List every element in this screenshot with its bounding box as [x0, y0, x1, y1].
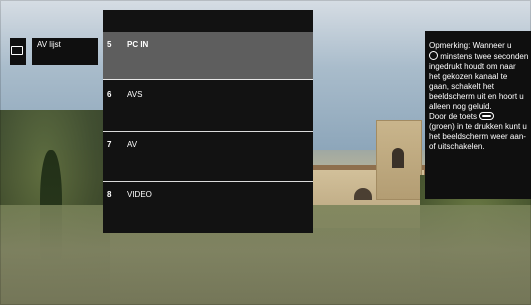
menu-item-pc-in[interactable]: 5 PC IN	[103, 32, 313, 80]
church-window	[392, 148, 404, 168]
church-door	[354, 188, 372, 200]
menu-item-label: VIDEO	[127, 190, 152, 199]
av-source-menu: 5 PC IN 6 AVS 7 AV 8 VIDEO	[103, 10, 313, 233]
source-icon-box	[10, 38, 26, 65]
menu-item-number: 7	[107, 140, 112, 149]
menu-item-number: 6	[107, 90, 112, 99]
bar-button-icon	[479, 112, 495, 120]
menu-item-number: 5	[107, 40, 112, 49]
help-note-text: Opmerking: Wanneer u minstens twee secon…	[429, 41, 529, 152]
menu-item-label: AVS	[127, 90, 143, 99]
menu-item-label: PC IN	[127, 40, 149, 49]
menu-item-label: AV	[127, 140, 138, 149]
menu-item-avs[interactable]: 6 AVS	[103, 82, 313, 132]
menu-item-divider	[103, 79, 313, 80]
menu-item-video[interactable]: 8 VIDEO	[103, 182, 313, 232]
source-list-header: AV lijst	[32, 38, 98, 65]
source-list-title: AV lijst	[37, 40, 61, 49]
tv-screen: AV lijst 5 PC IN 6 AVS 7 AV 8 VIDEO Opme…	[0, 0, 531, 305]
note-text-part1: Opmerking: Wanneer u	[429, 41, 512, 50]
note-text-part3: Door de toets	[429, 112, 478, 121]
menu-item-av[interactable]: 7 AV	[103, 132, 313, 182]
note-text-part2: minstens twee seconden ingedrukt houdt o…	[429, 52, 529, 111]
help-note-panel: Opmerking: Wanneer u minstens twee secon…	[425, 31, 531, 199]
monitor-icon	[11, 46, 23, 56]
menu-item-number: 8	[107, 190, 112, 199]
note-text-part4: (groen) in te drukken kunt u het beeldsc…	[429, 122, 527, 151]
ok-icon	[429, 51, 438, 60]
